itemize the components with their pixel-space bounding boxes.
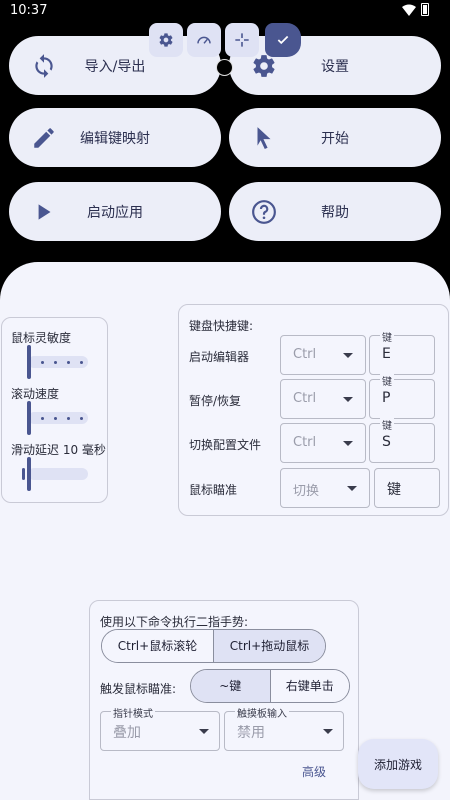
sensitivity-slider-thumb[interactable] bbox=[27, 345, 31, 379]
pointer-mode-dropdown[interactable]: 指针模式 叠加 bbox=[100, 705, 220, 751]
shortcut-label-editor: 启动编辑器 bbox=[189, 350, 250, 364]
chevron-down-icon bbox=[343, 397, 353, 402]
sensitivity-slider[interactable] bbox=[28, 356, 88, 368]
status-bar: 10:37 bbox=[0, 0, 450, 24]
key-value: P bbox=[382, 390, 391, 406]
chevron-down-icon bbox=[323, 729, 333, 734]
scroll-speed-slider[interactable] bbox=[28, 412, 88, 424]
crosshair-icon bbox=[235, 33, 249, 47]
pause-modifier-dropdown[interactable]: Ctrl bbox=[280, 379, 366, 419]
key-value: E bbox=[382, 346, 391, 362]
play-icon bbox=[38, 204, 51, 220]
aim-trigger-label: 触发鼠标瞄准: bbox=[100, 682, 177, 696]
key-legend: 键 bbox=[380, 373, 394, 388]
drag-handle[interactable] bbox=[216, 59, 233, 76]
keyboard-shortcuts-card: 键盘快捷键: 启动编辑器 Ctrl 键 E 暂停/恢复 Ctrl 键 P 切换配… bbox=[178, 304, 449, 516]
edit-keymap-button[interactable]: 编辑键映射 bbox=[9, 108, 221, 167]
scroll-speed-label: 滚动速度 bbox=[11, 387, 60, 401]
switch-profile-modifier-dropdown[interactable]: Ctrl bbox=[280, 423, 366, 463]
scroll-delay-label: 滑动延迟 10 毫秒 bbox=[11, 443, 106, 457]
chevron-down-icon bbox=[347, 486, 357, 491]
pointer-mode-legend: 指针模式 bbox=[111, 705, 155, 720]
key-legend: 键 bbox=[380, 417, 394, 432]
pause-key-field[interactable]: 键 P bbox=[369, 373, 435, 419]
chevron-down-icon bbox=[343, 441, 353, 446]
gear-icon bbox=[159, 33, 173, 47]
dropdown-value: Ctrl bbox=[293, 435, 317, 450]
gesture-settings-card: 使用以下命令执行二指手势: Ctrl+鼠标滚轮 Ctrl+拖动鼠标 触发鼠标瞄准… bbox=[89, 600, 359, 800]
shortcut-label-mouse-aim: 鼠标瞄准 bbox=[189, 483, 238, 497]
add-game-button[interactable]: 添加游戏 bbox=[358, 739, 438, 789]
start-button[interactable]: 开始 bbox=[229, 108, 441, 167]
help-button[interactable]: 帮助 bbox=[229, 182, 441, 241]
mouse-aim-key-field[interactable]: 键 bbox=[374, 468, 440, 508]
sensitivity-label: 鼠标灵敏度 bbox=[11, 331, 72, 345]
key-value: S bbox=[382, 434, 391, 450]
dropdown-value: Ctrl bbox=[293, 391, 317, 406]
editor-modifier-dropdown[interactable]: Ctrl bbox=[280, 335, 366, 375]
launch-app-button[interactable]: 启动应用 bbox=[9, 182, 221, 241]
switch-profile-key-field[interactable]: 键 S bbox=[369, 417, 435, 463]
touchpad-value: 禁用 bbox=[237, 725, 265, 741]
status-time: 10:37 bbox=[10, 3, 48, 18]
chevron-down-icon bbox=[343, 353, 353, 358]
advanced-button[interactable]: 高级 bbox=[302, 763, 326, 780]
gesture-option-scroll[interactable]: Ctrl+鼠标滚轮 bbox=[102, 630, 213, 662]
sync-icon bbox=[35, 54, 53, 78]
touchpad-legend: 触摸板输入 bbox=[235, 705, 289, 720]
shortcut-label-switch-profile: 切换配置文件 bbox=[189, 438, 262, 452]
mouse-settings-card: 鼠标灵敏度 滚动速度 滑动延迟 10 毫秒 bbox=[1, 317, 108, 503]
pencil-icon bbox=[34, 128, 54, 148]
scroll-delay-slider-thumb[interactable] bbox=[27, 457, 31, 491]
scroll-speed-slider-thumb[interactable] bbox=[27, 401, 31, 435]
add-game-label: 添加游戏 bbox=[373, 757, 422, 772]
cursor-icon bbox=[257, 127, 271, 150]
editor-key-field[interactable]: 键 E bbox=[369, 329, 435, 375]
scroll-delay-slider[interactable] bbox=[28, 468, 88, 480]
toolbar-aim-button[interactable] bbox=[225, 23, 259, 57]
touchpad-input-dropdown[interactable]: 触摸板输入 禁用 bbox=[224, 705, 344, 751]
toolbar-sensitivity-button[interactable] bbox=[187, 23, 221, 57]
floating-toolbar bbox=[149, 23, 301, 57]
mouse-aim-mode-dropdown[interactable]: 切换 bbox=[280, 468, 370, 508]
shortcuts-title: 键盘快捷键: bbox=[189, 319, 254, 333]
gesture-mode-toggle: Ctrl+鼠标滚轮 Ctrl+拖动鼠标 bbox=[101, 629, 326, 663]
key-value: 键 bbox=[387, 482, 401, 498]
aim-trigger-toggle: ~键 右键单击 bbox=[190, 669, 350, 703]
aim-option-tilde[interactable]: ~键 bbox=[191, 670, 270, 702]
gesture-option-drag[interactable]: Ctrl+拖动鼠标 bbox=[213, 630, 325, 662]
dropdown-value: Ctrl bbox=[293, 347, 317, 362]
pointer-mode-value: 叠加 bbox=[113, 725, 141, 741]
dropdown-value: 切换 bbox=[293, 484, 320, 499]
gauge-icon bbox=[197, 36, 211, 44]
shortcut-label-pause: 暂停/恢复 bbox=[189, 394, 242, 408]
battery-icon bbox=[421, 3, 429, 16]
check-icon bbox=[277, 35, 289, 45]
aim-option-right-click[interactable]: 右键单击 bbox=[269, 670, 349, 702]
toolbar-settings-button[interactable] bbox=[149, 23, 183, 57]
help-icon bbox=[252, 200, 276, 224]
gesture-title: 使用以下命令执行二指手势: bbox=[100, 615, 249, 629]
wifi-icon bbox=[402, 4, 416, 16]
chevron-down-icon bbox=[199, 729, 209, 734]
key-legend: 键 bbox=[380, 329, 394, 344]
toolbar-confirm-button[interactable] bbox=[265, 23, 301, 57]
scroll-delay-marker bbox=[22, 468, 25, 480]
